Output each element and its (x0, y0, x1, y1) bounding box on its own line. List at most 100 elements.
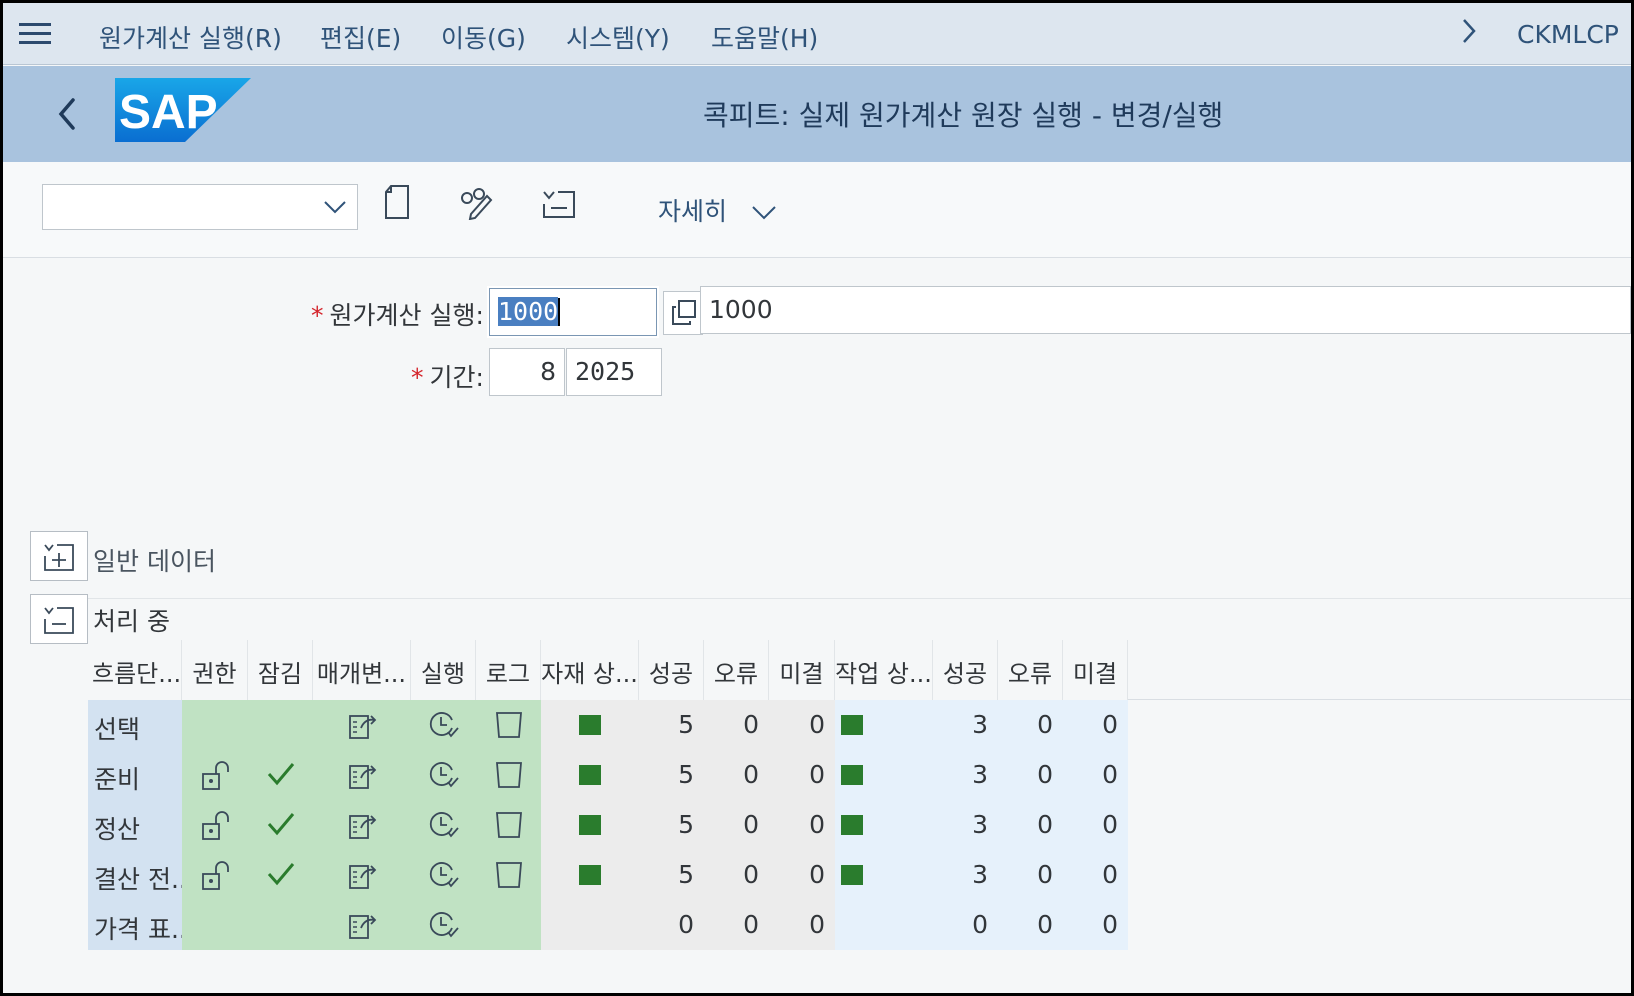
exec-cell (411, 700, 476, 750)
year-input[interactable]: 2025 (566, 348, 662, 396)
job-status-cell (835, 700, 933, 750)
hamburger-menu-icon[interactable] (19, 23, 51, 45)
page-title: 콕피트: 실제 원가계산 원장 실행 - 변경/실행 (703, 99, 1224, 132)
col-job-error[interactable]: 오류 (998, 640, 1063, 700)
job-status-led-icon (841, 865, 863, 885)
job-error-cell: 0 (998, 900, 1063, 950)
execute-clock-icon[interactable] (428, 810, 460, 846)
execute-clock-icon[interactable] (428, 910, 460, 946)
expand-general-button[interactable] (30, 531, 88, 581)
col-material-open[interactable]: 미결 (769, 640, 835, 700)
col-locked[interactable]: 잠김 (248, 640, 313, 700)
table-row[interactable]: 정산 5 0 0 3 0 0 (88, 800, 1173, 850)
more-button[interactable]: 자세히 (658, 192, 777, 228)
costing-run-label: * 원가계산 실행: (311, 301, 484, 330)
step-cell[interactable]: 선택 (88, 700, 182, 750)
unlock-icon[interactable] (200, 760, 232, 798)
costing-run-description: 1000 (700, 286, 1631, 334)
job-status-cell (835, 750, 933, 800)
table-row[interactable]: 결산 전...500300 (88, 850, 1173, 900)
job-success-cell: 3 (933, 750, 998, 800)
log-icon[interactable] (494, 810, 524, 846)
job-open-cell: 0 (1063, 850, 1128, 900)
mat-status-cell (541, 800, 639, 850)
log-icon[interactable] (494, 760, 524, 796)
col-job-status[interactable]: 작업 상... (835, 640, 933, 700)
parameters-icon[interactable] (347, 710, 377, 746)
costing-run-input[interactable]: 1000 (487, 286, 659, 338)
section-general-title: 일반 데이터 (93, 547, 216, 576)
col-authorization[interactable]: 권한 (182, 640, 248, 700)
job-error-cell: 0 (998, 800, 1063, 850)
menu-edit[interactable]: 편집(E) (320, 19, 401, 55)
chevron-down-icon (324, 201, 346, 214)
menu-help[interactable]: 도움말(H) (711, 19, 818, 55)
col-job-success[interactable]: 성공 (933, 640, 998, 700)
auth-cell (182, 900, 248, 950)
variant-dropdown[interactable] (42, 184, 358, 230)
col-job-open[interactable]: 미결 (1063, 640, 1128, 700)
table-row[interactable]: 선택 5 0 0 3 0 0 (88, 700, 1173, 750)
checkmark-icon (266, 810, 296, 844)
menu-goto[interactable]: 이동(G) (441, 19, 526, 55)
parameters-icon[interactable] (347, 910, 377, 946)
locked-cell (248, 900, 313, 950)
col-parameters[interactable]: 매개변... (313, 640, 411, 700)
value-help-icon[interactable] (663, 291, 703, 335)
material-status-led-icon (579, 865, 601, 885)
mat-success-cell: 5 (639, 800, 704, 850)
log-cell (476, 700, 541, 750)
period-input[interactable]: 8 (489, 348, 565, 396)
mat-open-cell: 0 (769, 900, 835, 950)
menu-system[interactable]: 시스템(Y) (566, 19, 670, 55)
col-material-error[interactable]: 오류 (704, 640, 769, 700)
step-cell[interactable]: 정산 (88, 800, 182, 850)
col-material-status[interactable]: 자재 상... (541, 640, 639, 700)
col-log[interactable]: 로그 (476, 640, 541, 700)
parameters-icon[interactable] (347, 810, 377, 846)
step-cell[interactable]: 결산 전... (88, 850, 182, 900)
chevron-right-icon[interactable] (1461, 17, 1477, 52)
mat-error-cell: 0 (704, 750, 769, 800)
log-icon[interactable] (494, 860, 524, 896)
menu-costing-run[interactable]: 원가계산 실행(R) (99, 19, 282, 55)
step-cell[interactable]: 가격 표... (88, 900, 182, 950)
mat-status-cell (541, 900, 639, 950)
collapse-processing-button[interactable] (30, 594, 88, 644)
table-row[interactable]: 준비 5 0 0 3 0 0 (88, 750, 1173, 800)
document-icon[interactable] (383, 184, 423, 224)
unlock-icon[interactable] (200, 860, 232, 898)
log-icon[interactable] (494, 710, 524, 746)
parameters-icon[interactable] (347, 760, 377, 796)
log-cell (476, 850, 541, 900)
exec-cell (411, 900, 476, 950)
edit-glasses-icon[interactable] (459, 184, 499, 224)
mat-success-cell: 5 (639, 850, 704, 900)
unlock-icon[interactable] (200, 810, 232, 848)
col-execute[interactable]: 실행 (411, 640, 476, 700)
chevron-down-icon (752, 206, 776, 220)
table-header-row: 흐름단... 권한 잠김 매개변... 실행 로그 자재 상... 성공 오류 … (88, 640, 1634, 700)
job-success-cell: 3 (933, 800, 998, 850)
step-cell[interactable]: 준비 (88, 750, 182, 800)
param-cell (313, 850, 411, 900)
transaction-code: CKMLCP (1517, 20, 1619, 49)
job-success-cell: 3 (933, 850, 998, 900)
section-processing-title: 처리 중 (93, 607, 170, 636)
execute-clock-icon[interactable] (428, 860, 460, 896)
collapse-all-icon[interactable] (541, 184, 581, 224)
col-flow-step[interactable]: 흐름단... (88, 640, 182, 700)
locked-cell (248, 800, 313, 850)
auth-cell (182, 850, 248, 900)
job-status-cell (835, 800, 933, 850)
locked-cell (248, 700, 313, 750)
job-status-led-icon (841, 715, 863, 735)
log-cell (476, 750, 541, 800)
table-row[interactable]: 가격 표...000000 (88, 900, 1173, 950)
back-icon[interactable] (53, 94, 83, 134)
parameters-icon[interactable] (347, 860, 377, 896)
mat-success-cell: 0 (639, 900, 704, 950)
execute-clock-icon[interactable] (428, 760, 460, 796)
execute-clock-icon[interactable] (428, 710, 460, 746)
col-material-success[interactable]: 성공 (639, 640, 704, 700)
